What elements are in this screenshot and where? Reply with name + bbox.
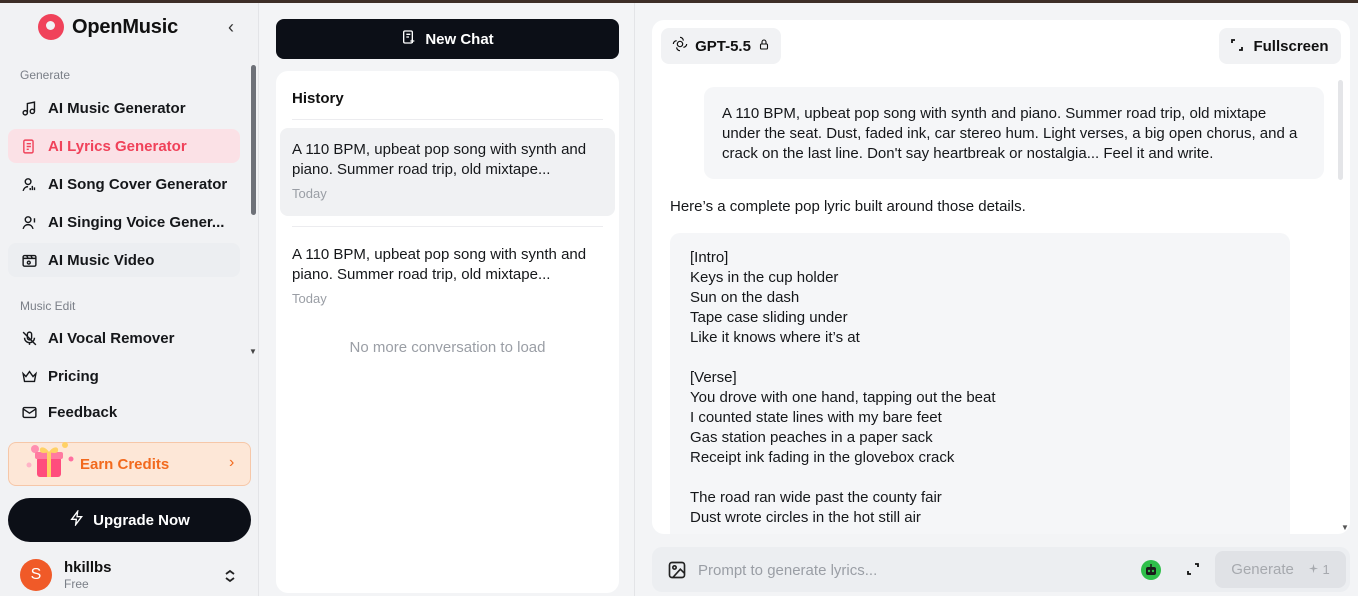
divider (292, 226, 603, 227)
lyric-line: Dust wrote circles in the hot still air (690, 509, 921, 526)
scroll-down-arrow-icon[interactable]: ▼ (249, 347, 257, 356)
history-item-date: Today (292, 186, 327, 201)
earn-credits-button[interactable]: Earn Credits › (8, 442, 251, 486)
image-upload-icon[interactable] (667, 560, 687, 580)
history-item[interactable]: A 110 BPM, upbeat pop song with synth an… (280, 128, 615, 216)
chat-panel: GPT-5.5 Fullscreen A 110 BPM, upbeat pop… (652, 20, 1350, 534)
lyrics-output: [Intro] Keys in the cup holder Sun on th… (670, 233, 1290, 534)
prompt-input[interactable] (698, 555, 1118, 585)
new-chat-button[interactable]: New Chat (276, 19, 619, 59)
user-name: hkillbs (64, 559, 112, 576)
user-plan: Free (64, 577, 89, 591)
lyric-line: [Intro] (690, 249, 729, 266)
assistant-intro-text: Here’s a complete pop lyric built around… (670, 198, 1026, 215)
history-item-text: A 110 BPM, upbeat pop song with synth an… (292, 141, 587, 178)
fullscreen-icon (1231, 38, 1244, 55)
ai-assistant-bot-icon[interactable] (1141, 560, 1161, 580)
sidebar-item-label: AI Singing Voice Gener... (48, 213, 225, 231)
sparkle-icon (1308, 563, 1318, 574)
generate-cost: 1 (1308, 562, 1330, 577)
sidebar-item-label: AI Music Generator (48, 99, 186, 117)
section-label-generate: Generate (20, 68, 71, 82)
lyric-line: You drove with one hand, tapping out the… (690, 389, 996, 406)
avatar: S (20, 559, 52, 591)
history-panel: New Chat History A 110 BPM, upbeat pop s… (260, 3, 635, 596)
fullscreen-label: Fullscreen (1253, 37, 1329, 55)
sidebar-item-ai-song-cover-generator[interactable]: AI Song Cover Generator (8, 167, 240, 201)
lock-icon (758, 38, 770, 55)
sidebar-item-label: AI Vocal Remover (48, 329, 175, 347)
gift-box-icon (26, 442, 74, 477)
lyric-line: I counted state lines with my bare feet (690, 409, 942, 426)
generate-label: Generate (1231, 561, 1294, 578)
lyric-line: Gas station peaches in a paper sack (690, 429, 933, 446)
upgrade-now-label: Upgrade Now (93, 511, 190, 529)
sidebar-item-feedback[interactable]: Feedback (8, 395, 240, 429)
sidebar-item-label: AI Lyrics Generator (48, 137, 187, 155)
app-logo-text: OpenMusic (72, 15, 178, 38)
no-more-conversations-text: No more conversation to load (349, 339, 546, 356)
lyric-line: Sun on the dash (690, 289, 800, 306)
sidebar-item-ai-music-video[interactable]: AI Music Video (8, 243, 240, 277)
sidebar-scrollbar[interactable] (251, 65, 256, 215)
sidebar-item-label: AI Song Cover Generator (48, 175, 228, 193)
mic-off-icon (20, 329, 38, 347)
history-item-text: A 110 BPM, upbeat pop song with synth an… (292, 246, 587, 283)
openmusic-logo-icon (38, 14, 64, 40)
prompt-bar: Generate 1 (652, 547, 1350, 592)
sidebar-item-label: AI Music Video (48, 251, 155, 269)
model-selector-button[interactable]: GPT-5.5 (661, 28, 781, 64)
openai-logo-icon (672, 36, 688, 56)
lyric-line: The road ran wide past the county fair (690, 489, 942, 506)
sidebar: OpenMusic ‹ Generate AI Music Generator … (0, 3, 259, 596)
expand-input-icon[interactable] (1183, 559, 1203, 579)
history-item[interactable]: A 110 BPM, upbeat pop song with synth an… (280, 233, 615, 321)
history-list: History A 110 BPM, upbeat pop song with … (276, 71, 619, 593)
sidebar-item-label: Pricing (48, 367, 99, 385)
crown-icon (20, 367, 38, 385)
mail-icon (20, 403, 38, 421)
earn-credits-label: Earn Credits (80, 456, 170, 473)
chat-scrollbar[interactable] (1338, 80, 1343, 180)
user-message-bubble: A 110 BPM, upbeat pop song with synth an… (704, 87, 1324, 179)
app-logo[interactable]: OpenMusic (38, 14, 178, 40)
user-voice-icon (20, 213, 38, 231)
lyric-line (690, 348, 1270, 368)
sidebar-item-ai-vocal-remover[interactable]: AI Vocal Remover (8, 321, 240, 355)
sidebar-item-pricing[interactable]: Pricing (8, 359, 240, 393)
sidebar-item-ai-lyrics-generator[interactable]: AI Lyrics Generator (8, 129, 240, 163)
upgrade-now-button[interactable]: Upgrade Now (8, 498, 251, 542)
sidebar-item-ai-music-generator[interactable]: AI Music Generator (8, 91, 240, 125)
sidebar-item-label: Feedback (48, 403, 118, 421)
new-chat-icon (401, 29, 417, 49)
music-note-icon (20, 99, 38, 117)
lyric-line: Receipt ink fading in the glovebox crack (690, 449, 955, 466)
microphone-person-icon (20, 175, 38, 193)
history-title: History (292, 90, 344, 107)
account-switch-chevrons-icon[interactable] (224, 569, 236, 583)
lyric-line: Like it knows where it’s at (690, 329, 860, 346)
generate-button[interactable]: Generate 1 (1215, 551, 1346, 588)
chat-scroll-down-arrow-icon[interactable]: ▼ (1341, 523, 1349, 532)
history-item-date: Today (292, 291, 327, 306)
new-chat-label: New Chat (425, 30, 494, 48)
video-music-icon (20, 251, 38, 269)
user-profile[interactable]: S hkillbs Free (20, 559, 112, 591)
collapse-sidebar-button[interactable]: ‹ (222, 17, 240, 37)
fullscreen-button[interactable]: Fullscreen (1219, 28, 1341, 64)
lyrics-document-icon (20, 137, 38, 155)
sidebar-item-ai-singing-voice-generator[interactable]: AI Singing Voice Gener... (8, 205, 240, 239)
lyric-line: [Verse] (690, 369, 737, 386)
lightning-icon (69, 508, 85, 530)
generate-cost-value: 1 (1322, 562, 1330, 577)
section-label-music-edit: Music Edit (20, 299, 76, 313)
chevron-right-icon: › (229, 454, 235, 471)
lyric-line (690, 468, 1270, 488)
divider (292, 119, 603, 120)
lyric-line: Tape case sliding under (690, 309, 848, 326)
model-label: GPT-5.5 (695, 37, 751, 55)
lyric-line: Keys in the cup holder (690, 269, 839, 286)
